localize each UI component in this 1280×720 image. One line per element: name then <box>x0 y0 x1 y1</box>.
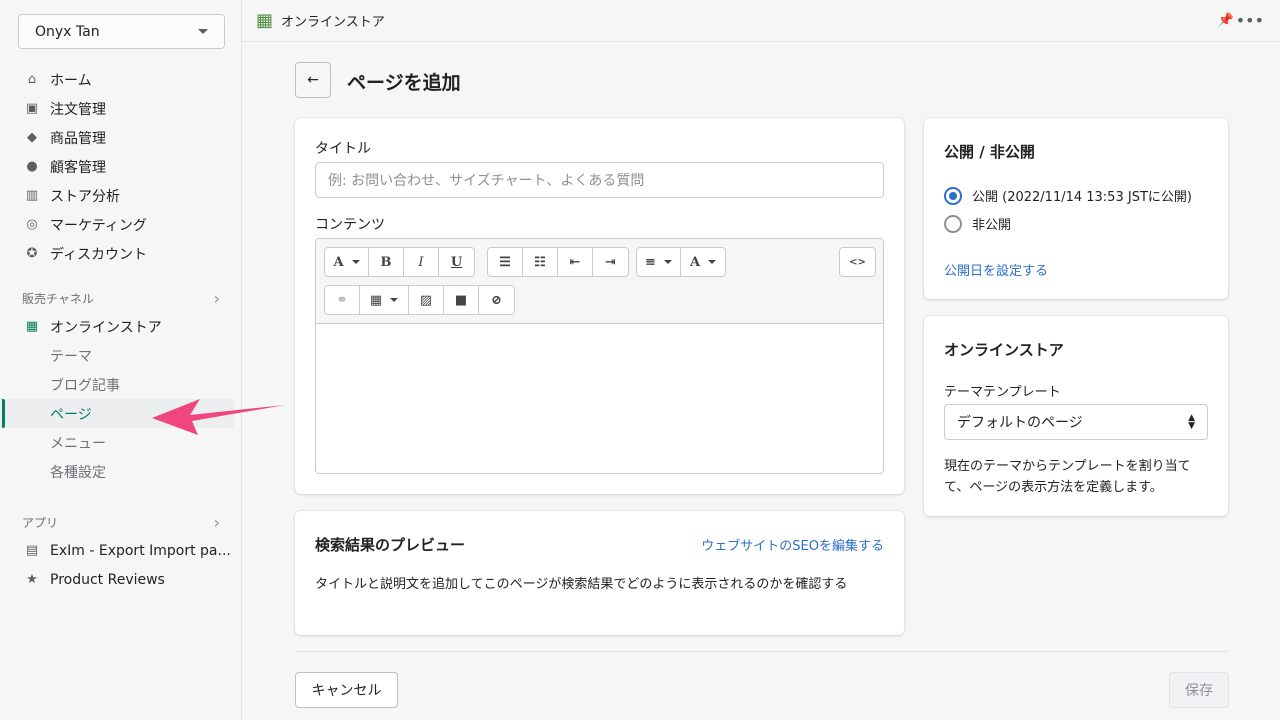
nav-marketing[interactable]: ◎ マーケティング <box>0 210 242 239</box>
edit-seo-link[interactable]: ウェブサイトのSEOを編集する <box>701 535 884 554</box>
nav-label: ディスカウント <box>50 246 148 263</box>
page-title: ページを追加 <box>347 72 461 94</box>
link-icon[interactable]: ⚭ <box>325 286 360 314</box>
radio-label: 非公開 <box>972 218 1012 233</box>
video-icon[interactable]: ■ <box>444 286 479 314</box>
clear-format-icon[interactable]: ⊘ <box>479 286 514 314</box>
home-icon: ⌂ <box>27 72 37 87</box>
store-icon: ▦ <box>25 319 39 334</box>
select-value: デフォルトのページ <box>957 415 1083 431</box>
radio-hidden[interactable]: 非公開 <box>944 214 1011 233</box>
pin-icon[interactable]: 📌 <box>1218 13 1234 28</box>
nav-online-store[interactable]: ▦ オンラインストア <box>0 312 242 341</box>
annotation-arrow <box>152 399 285 435</box>
font-glyph: A <box>333 254 344 270</box>
nav-analytics[interactable]: ▥ ストア分析 <box>0 181 242 210</box>
store-selector[interactable]: Onyx Tan <box>18 14 225 49</box>
topbar-title: オンラインストア <box>281 15 385 30</box>
image-icon[interactable]: ▨ <box>409 286 444 314</box>
bullet-list-icon[interactable]: ☰ <box>488 248 523 276</box>
numbered-list-icon[interactable]: ☷ <box>523 248 558 276</box>
visibility-title: 公開 / 非公開 <box>944 143 1035 161</box>
nav-label: マーケティング <box>50 217 147 234</box>
arrow-left-icon: ← <box>307 72 319 88</box>
person-icon: ● <box>26 159 38 174</box>
nav-label: ストア分析 <box>50 188 120 205</box>
nav-themes[interactable]: テーマ <box>0 341 242 370</box>
font-button[interactable]: A <box>325 248 369 276</box>
set-date-link[interactable]: 公開日を設定する <box>944 260 1048 279</box>
card-title: オンラインストア <box>944 341 1064 359</box>
back-button[interactable]: ← <box>295 62 331 98</box>
tag-icon: ◆ <box>27 130 37 145</box>
nav-products[interactable]: ◆ 商品管理 <box>0 123 242 152</box>
target-icon: ◎ <box>26 217 38 232</box>
rich-text-editor: A B I U ☰ ☷ ⇤ ⇥ ≡ A <> ⚭ ▦ ▨ ■ ⊘ <box>315 238 884 474</box>
main-nav: ⌂ ホーム ▣ 注文管理 ◆ 商品管理 ● 顧客管理 ▥ ストア分析 ◎ マーケティング ✪… <box>0 65 242 268</box>
nav-app-exim[interactable]: ▤ ExIm - Export Import pa... <box>0 536 242 565</box>
indent-icon[interactable]: ⇥ <box>593 248 628 276</box>
inbox-icon: ▣ <box>25 101 39 116</box>
cancel-button[interactable]: キャンセル <box>295 672 398 708</box>
template-help: 現在のテーマからテンプレートを割り当てて、ページの表示方法を定義します。 <box>944 459 1191 495</box>
sidebar: Onyx Tan ⌂ ホーム ▣ 注文管理 ◆ 商品管理 ● 顧客管理 ▥ ストア分析 ◎… <box>0 0 242 720</box>
nav-preferences[interactable]: 各種設定 <box>0 457 242 486</box>
html-button[interactable]: <> <box>840 248 875 276</box>
seo-description: タイトルと説明文を追加してこのページが検索結果でどのように表示されるのかを確認す… <box>315 577 848 592</box>
text-color-button[interactable]: A <box>681 248 725 276</box>
chevron-right-icon: › <box>213 512 220 532</box>
more-icon[interactable]: ••• <box>1236 11 1264 30</box>
content-label: コンテンツ <box>315 217 385 233</box>
save-button[interactable]: 保存 <box>1169 672 1229 708</box>
visibility-card: 公開 / 非公開 公開 (2022/11/14 13:53 JSTに公開) 非公… <box>924 118 1228 299</box>
template-label: テーマテンプレート <box>944 385 1061 400</box>
discount-icon: ✪ <box>26 246 38 261</box>
title-input[interactable]: 例: お問い合わせ、サイズチャート、よくある質問 <box>315 162 884 198</box>
star-icon: ★ <box>26 572 38 587</box>
seo-title: 検索結果のプレビュー <box>315 536 466 554</box>
nav-customers[interactable]: ● 顧客管理 <box>0 152 242 181</box>
section-label: 販売チャネル <box>22 291 94 306</box>
seo-preview-card: 検索結果のプレビュー ウェブサイトのSEOを編集する タイトルと説明文を追加して… <box>295 511 904 635</box>
store-name: Onyx Tan <box>35 23 100 40</box>
italic-button[interactable]: I <box>404 248 439 276</box>
divider <box>295 651 1228 652</box>
template-select[interactable]: デフォルトのページ ▲ ▼ <box>944 404 1208 440</box>
nav-label: 顧客管理 <box>50 159 106 176</box>
table-button[interactable]: ▦ <box>360 286 409 314</box>
nav-label: 注文管理 <box>50 101 106 118</box>
editor-toolbar: A B I U ☰ ☷ ⇤ ⇥ ≡ A <> ⚭ ▦ ▨ ■ ⊘ <box>316 239 883 324</box>
app-icon: ▤ <box>25 543 39 558</box>
nav-label: オンラインストア <box>50 319 162 336</box>
nav-orders[interactable]: ▣ 注文管理 <box>0 94 242 123</box>
chevron-down-icon <box>198 29 208 34</box>
align-button[interactable]: ≡ <box>637 248 681 276</box>
radio-button[interactable] <box>944 214 962 233</box>
page-form-card: タイトル 例: お問い合わせ、サイズチャート、よくある質問 コンテンツ A B … <box>295 118 904 494</box>
bar-chart-icon: ▥ <box>25 188 39 203</box>
store-icon: ▦ <box>256 10 274 31</box>
radio-button[interactable] <box>944 186 962 205</box>
nav-app-reviews[interactable]: ★ Product Reviews <box>0 565 242 594</box>
outdent-icon[interactable]: ⇤ <box>558 248 593 276</box>
online-store-card: オンラインストア テーマテンプレート デフォルトのページ ▲ ▼ 現在のテーマからテ… <box>924 316 1228 516</box>
nav-discounts[interactable]: ✪ ディスカウント <box>0 239 242 268</box>
nav-home[interactable]: ⌂ ホーム <box>0 65 242 94</box>
nav-label: ホーム <box>50 72 92 89</box>
radio-label: 公開 (2022/11/14 13:53 JSTに公開) <box>972 190 1192 205</box>
nav-label: 商品管理 <box>50 130 106 147</box>
radio-visible[interactable]: 公開 (2022/11/14 13:53 JSTに公開) <box>944 186 1192 205</box>
title-label: タイトル <box>315 141 371 157</box>
underline-button[interactable]: U <box>439 248 474 276</box>
sales-channels-header[interactable]: 販売チャネル › <box>0 284 242 312</box>
apps-header[interactable]: アプリ › <box>0 508 242 536</box>
section-label: アプリ <box>22 515 59 530</box>
nav-label: Product Reviews <box>50 571 165 588</box>
bold-button[interactable]: B <box>369 248 404 276</box>
nav-label: ExIm - Export Import pa... <box>50 542 231 559</box>
editor-body[interactable] <box>316 324 883 473</box>
chevron-right-icon: › <box>213 288 220 308</box>
topbar: ▦ オンラインストア 📌 ••• <box>242 0 1280 42</box>
select-arrows-icon: ▲ ▼ <box>1188 413 1195 431</box>
